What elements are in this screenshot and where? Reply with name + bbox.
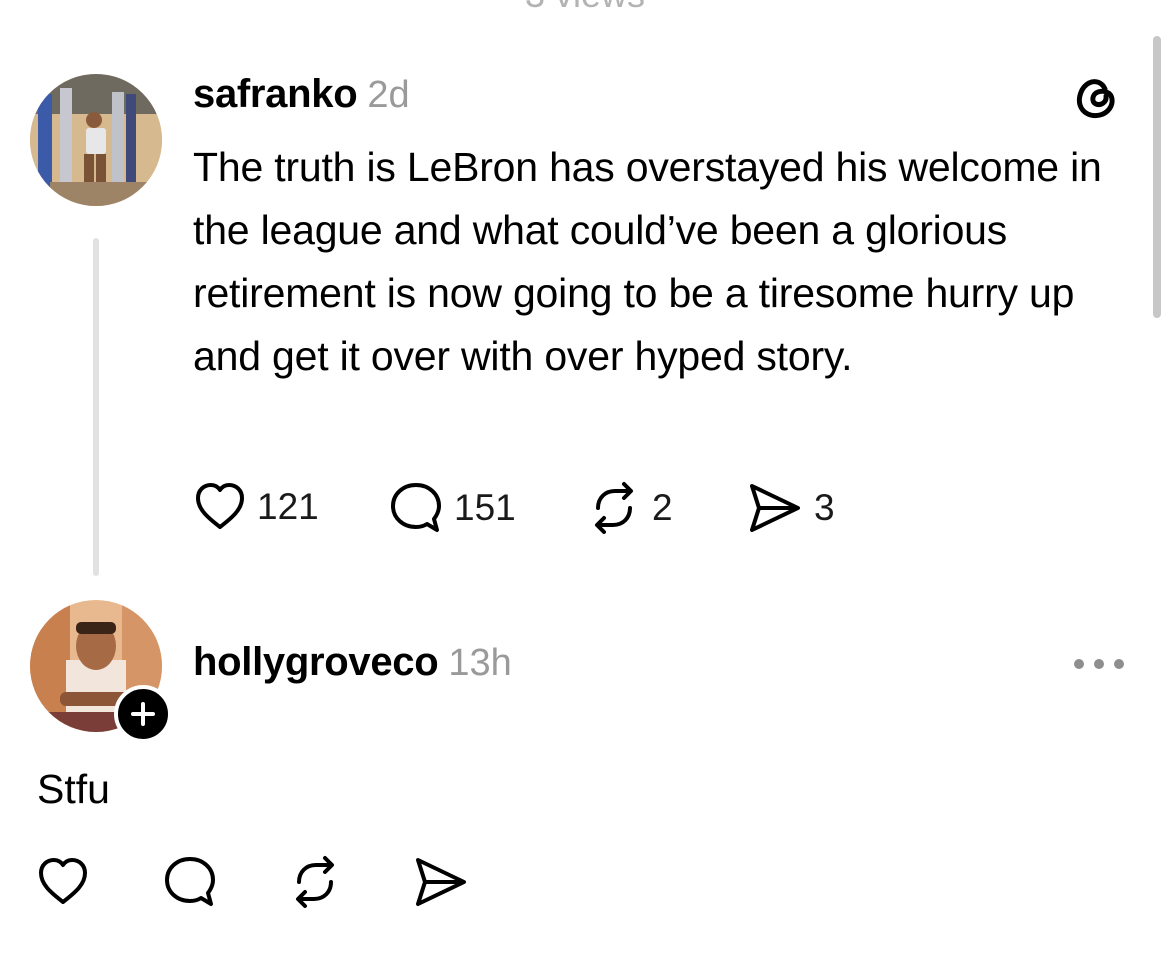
comment-bubble-icon [391,483,441,532]
views-count: 3 views [0,0,1170,16]
scrollbar[interactable] [1153,36,1161,318]
like-button[interactable]: 121 [193,480,319,534]
threads-logo-icon[interactable] [1072,72,1122,122]
heart-icon [196,483,244,529]
thread-connector-line [93,238,99,576]
share-count: 3 [814,487,835,528]
repost-count: 2 [652,487,673,528]
reply-body: Stfu [37,766,110,812]
repost-icon [595,482,633,534]
post-timestamp: 2d [367,74,410,116]
repost-button[interactable]: 2 [586,480,673,536]
reply-header: hollygroveco 13h [193,640,512,685]
post-username[interactable]: safranko [193,72,358,116]
send-icon [750,484,800,532]
share-button[interactable]: 3 [746,480,835,536]
send-icon [416,858,466,906]
reply-comment-button[interactable] [162,854,218,915]
more-options-icon[interactable] [1074,656,1124,672]
like-count: 121 [257,486,319,527]
reply-repost-button[interactable] [287,854,343,915]
reply-timestamp: 13h [448,642,512,684]
avatar-photo [30,74,162,206]
comment-bubble-icon [165,857,215,906]
plus-icon [131,702,155,726]
comment-count: 151 [454,487,516,528]
avatar-safranko[interactable] [30,74,162,206]
follow-button[interactable] [114,685,172,743]
reply-like-button[interactable] [36,855,90,914]
repost-icon [296,856,334,908]
heart-icon [39,858,87,904]
post-body: The truth is LeBron has overstayed his w… [193,144,1102,379]
post-header: safranko 2d [193,72,410,117]
comment-button[interactable]: 151 [388,480,516,536]
reply-username[interactable]: hollygroveco [193,640,439,684]
reply-share-button[interactable] [412,854,470,915]
